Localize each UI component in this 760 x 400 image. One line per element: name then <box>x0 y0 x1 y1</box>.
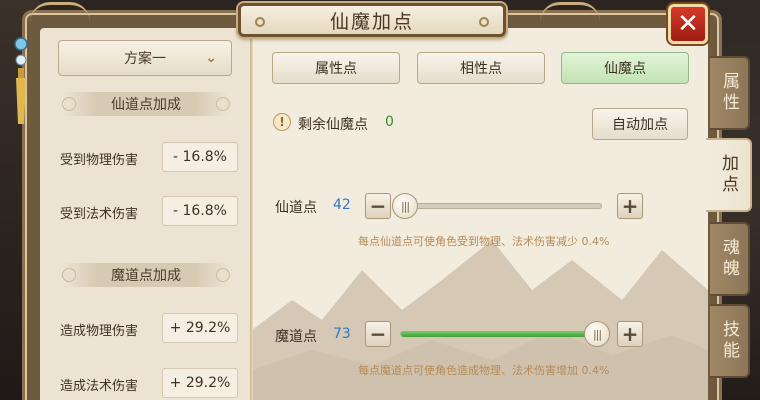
mo-points-value: 73 <box>333 326 351 342</box>
stat-label: 受到物理伤害 <box>60 153 139 168</box>
banner-dot-icon <box>62 97 76 111</box>
side-tab-attributes[interactable]: 属性 <box>710 56 750 130</box>
section-banner-xian: 仙道点加成 <box>62 92 230 116</box>
stat-label: 受到法术伤害 <box>60 207 139 222</box>
scheme-dropdown[interactable]: 方案一 ⌄ <box>58 40 232 76</box>
plus-icon: + <box>621 322 639 346</box>
panel-divider <box>250 28 253 400</box>
auto-allocate-button[interactable]: 自动加点 <box>592 108 688 140</box>
mo-slider-fill <box>401 331 603 337</box>
title-plaque: 仙魔加点 <box>238 3 506 37</box>
xian-slider-handle[interactable]: ||| <box>392 193 418 219</box>
plaque-ornament-icon <box>255 17 265 27</box>
section-title: 仙道点加成 <box>111 97 181 113</box>
xian-points-value: 42 <box>333 197 351 213</box>
corner-ornament-left <box>30 2 90 22</box>
side-tab-allocate[interactable]: 加点 <box>706 138 752 212</box>
section-banner-mo: 魔道点加成 <box>62 263 230 287</box>
window-title: 仙魔加点 <box>329 10 414 33</box>
plaque-ornament-icon <box>479 17 489 27</box>
tab-attribute-points[interactable]: 属性点 <box>272 52 400 84</box>
close-button[interactable]: ✕ <box>668 4 708 44</box>
scheme-selected: 方案一 <box>124 51 166 67</box>
tab-xianmo-points[interactable]: 仙魔点 <box>561 52 689 84</box>
plus-icon: + <box>621 194 639 218</box>
remaining-points-label: 剩余仙魔点 <box>298 117 368 133</box>
remaining-points-value: 0 <box>385 114 394 130</box>
xian-hint: 每点仙道点可使角色受到物理、法术伤害减少 0.4% <box>358 235 610 248</box>
chevron-down-icon: ⌄ <box>205 50 217 66</box>
banner-dot-icon <box>216 268 230 282</box>
stat-value: - 16.8% <box>162 142 238 172</box>
side-tab-skills[interactable]: 技能 <box>710 304 750 378</box>
stat-value: - 16.8% <box>162 196 238 226</box>
stat-label: 造成物理伤害 <box>60 324 139 339</box>
side-tab-soul[interactable]: 魂魄 <box>710 222 750 296</box>
mo-minus-button[interactable]: − <box>365 321 391 347</box>
mo-plus-button[interactable]: + <box>617 321 643 347</box>
pendant-ornament-icon <box>14 37 28 124</box>
mo-slider-handle[interactable]: ||| <box>584 321 610 347</box>
close-icon: ✕ <box>677 9 699 39</box>
mo-slider-track[interactable] <box>400 331 603 337</box>
stat-value: + 29.2% <box>162 313 238 343</box>
mo-hint: 每点魔道点可使角色造成物理、法术伤害增加 0.4% <box>358 364 610 377</box>
xian-plus-button[interactable]: + <box>617 193 643 219</box>
corner-ornament-right <box>540 2 600 22</box>
banner-dot-icon <box>216 97 230 111</box>
xian-slider-track[interactable] <box>400 203 602 209</box>
section-title: 魔道点加成 <box>111 268 181 284</box>
stat-value: + 29.2% <box>162 368 238 398</box>
stat-label: 造成法术伤害 <box>60 379 139 394</box>
minus-icon: − <box>369 194 387 218</box>
minus-icon: − <box>369 322 387 346</box>
xian-points-label: 仙道点 <box>275 200 317 216</box>
mo-points-label: 魔道点 <box>275 329 317 345</box>
banner-dot-icon <box>62 268 76 282</box>
xian-minus-button[interactable]: − <box>365 193 391 219</box>
tab-affinity-points[interactable]: 相性点 <box>417 52 545 84</box>
warning-icon: ! <box>273 113 291 131</box>
